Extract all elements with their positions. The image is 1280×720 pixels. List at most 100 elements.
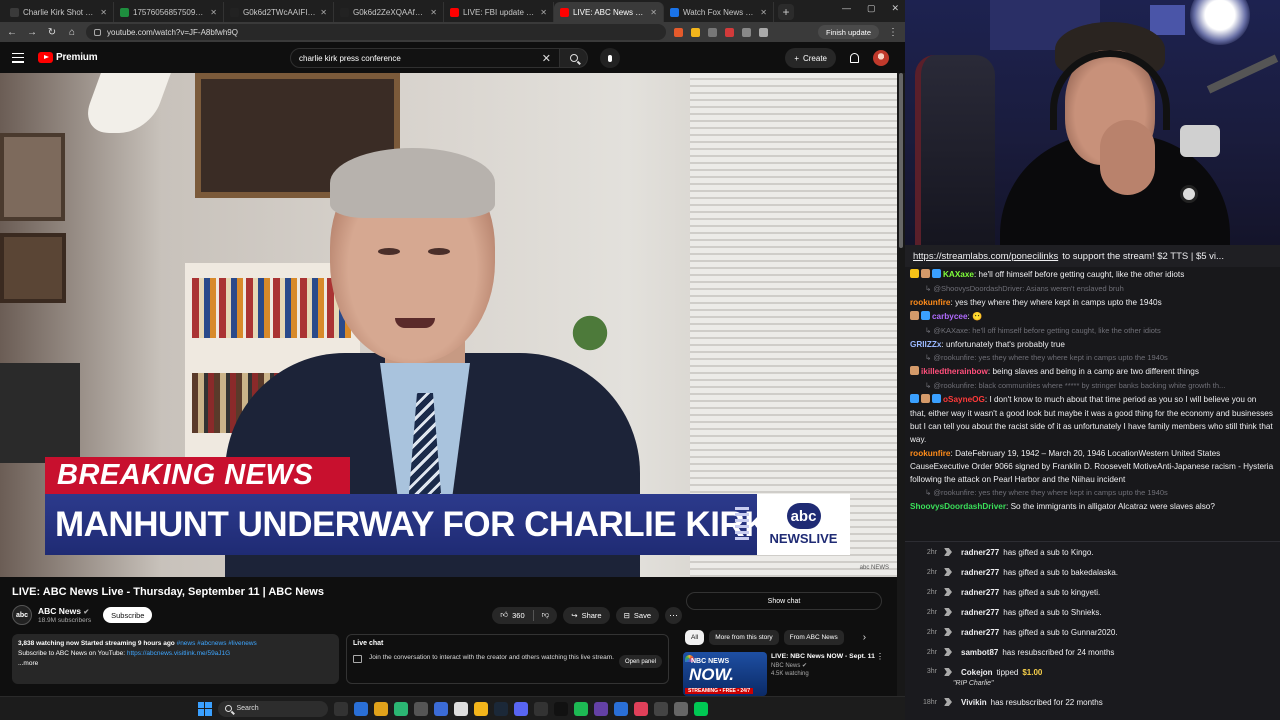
app-icon[interactable] [673,701,688,716]
thumbs-down-icon[interactable]: 👎︎ [542,610,558,620]
extension-icon[interactable] [691,27,700,37]
app-icon[interactable] [693,701,708,716]
browser-tab[interactable]: Watch Fox News Channel O... ✕ [664,2,774,22]
browser-tab[interactable]: LIVE: ABC News Live - Th... ✕ [554,2,664,22]
badge-icon[interactable] [910,311,919,320]
chip-all[interactable]: All [685,630,705,645]
chat-username[interactable]: rookunfire [910,298,951,307]
edge-icon[interactable] [353,701,368,716]
chat-username[interactable]: oSayneOG [943,395,985,404]
save-button[interactable]: ⊟ Save [615,606,659,624]
puzzle-icon[interactable] [742,27,751,37]
browser-tab[interactable]: Charlie Kirk Shot Dead at 31 ... ✕ [4,2,114,22]
voice-search-button[interactable] [600,48,620,68]
badge-icon[interactable] [921,311,930,320]
app-icon[interactable] [453,701,468,716]
maximize-icon[interactable]: ▢ [867,3,876,14]
chat-username[interactable]: KAXaxe [943,270,974,279]
feed-event[interactable]: 18hr Vivikin has resubscribed for 22 month… [905,692,1280,712]
show-chat-button[interactable]: Show chat [686,592,882,610]
app-icon[interactable] [393,701,408,716]
site-info-icon[interactable] [94,28,101,36]
clear-search-icon[interactable]: ✕ [542,52,551,65]
close-tab-icon[interactable]: ✕ [540,8,547,17]
close-tab-icon[interactable]: ✕ [650,8,657,17]
close-tab-icon[interactable]: ✕ [320,8,327,17]
forward-arrow-icon[interactable]: → [26,27,38,38]
open-panel-button[interactable]: Open panel [618,655,662,668]
browser-tab[interactable]: LIVE: FBI update on Charlie ... ✕ [444,2,554,22]
twitch-icon[interactable] [593,701,608,716]
feed-event[interactable]: 2hr radner277 has gifted a sub to Kingo. [905,542,1280,562]
feed-event[interactable]: 2hr radner277 has gifted a sub to Gunnar20… [905,622,1280,642]
close-tab-icon[interactable]: ✕ [210,8,217,17]
kebab-menu-icon[interactable]: ⋮ [887,27,899,38]
youtube-logo[interactable]: Premium [38,52,98,63]
thumbs-up-icon[interactable]: 👍︎ [500,610,508,620]
new-tab-button[interactable]: + [778,4,794,20]
create-button[interactable]: + Create [785,48,836,68]
more-actions-button[interactable]: ⋯ [665,606,682,624]
close-tab-icon[interactable]: ✕ [760,8,767,17]
search-input[interactable]: charlie kirk press conference ✕ [290,48,560,68]
badge-icon[interactable] [932,394,941,403]
task-view-icon[interactable] [333,701,348,716]
chat-username[interactable]: ShoovysDoordashDriver [910,502,1006,511]
chevron-right-icon[interactable]: › [863,632,866,643]
badge-icon[interactable] [910,394,919,403]
video-player[interactable]: BREAKING NEWS MANHUNT UNDERWAY FOR CHARL… [0,73,897,577]
feed-event[interactable]: 2hr radner277 has gifted a sub to bakedala… [905,562,1280,582]
close-window-icon[interactable]: ✕ [891,3,899,14]
subscribe-button[interactable]: Subscribe [103,607,153,623]
feed-event[interactable]: 2hr radner277 has gifted a sub to Shnieks. [905,602,1280,622]
badge-icon[interactable] [932,269,941,278]
app-icon[interactable] [613,701,628,716]
recommended-title[interactable]: LIVE: NBC News NOW - Sept. 11 [771,652,881,661]
badge-icon[interactable] [910,269,919,278]
windows-start-icon[interactable] [197,701,212,716]
feed-event[interactable]: 3hr Cokejon tipped $1.00 "RIP Charlie" [905,662,1280,692]
chip-from-abc-news[interactable]: From ABC News [783,630,844,645]
scrollbar-thumb[interactable] [899,73,903,248]
finish-update-button[interactable]: Finish update [817,25,879,39]
extension-icon[interactable] [674,27,683,37]
steam-icon[interactable] [493,701,508,716]
chat-username[interactable]: GRIIZZx [910,340,941,349]
back-arrow-icon[interactable]: ← [6,27,18,38]
browser-tab[interactable]: G0k6d2TWcAAIFID (312×5... ✕ [224,2,334,22]
subscribe-link[interactable]: https://abcnews.visitlink.me/59aJ1G [127,650,230,657]
download-icon[interactable] [759,27,768,37]
recommended-video[interactable]: NBC NEWS NOW. STREAMING • FREE • 24/7 LI… [683,652,888,696]
like-count[interactable]: 360 [512,611,525,620]
badge-icon[interactable] [910,366,919,375]
description-box[interactable]: 3,838 watching now Started streaming 9 h… [12,634,339,684]
home-icon[interactable]: ⌂ [66,27,78,38]
hashtags[interactable]: #news #abcnews #livenews [177,640,257,647]
feed-event[interactable]: 2hr radner277 has gifted a sub to kingyeti… [905,582,1280,602]
chat-username[interactable]: ikilledtherainbow [921,367,988,376]
chrome-icon[interactable] [373,701,388,716]
badge-icon[interactable] [921,269,930,278]
browser-tab[interactable]: 1757605685750902.jpg (12...✕ [114,2,224,22]
chip-more-from-story[interactable]: More from this story [709,630,779,645]
app-icon[interactable] [633,701,648,716]
taskbar-search[interactable]: Search [217,700,328,717]
kebab-menu-icon[interactable]: ⋮ [876,652,884,661]
show-more-link[interactable]: ...more [18,659,333,669]
minimize-icon[interactable]: — [842,3,851,14]
search-button[interactable] [560,48,588,68]
discord-icon[interactable] [513,701,528,716]
badge-icon[interactable] [921,394,930,403]
extension-icon[interactable] [708,27,717,37]
app-icon[interactable] [653,701,668,716]
channel-name[interactable]: ABC News ✔ [38,606,91,616]
streamlabs-link[interactable]: https://streamlabs.com/ponecilinks [913,251,1058,262]
app-icon[interactable] [413,701,428,716]
hamburger-menu-icon[interactable] [12,52,24,63]
feed-event[interactable]: 2hr sambot87 has resubscribed for 24 month… [905,642,1280,662]
url-field[interactable]: youtube.com/watch?v=JF-A8bfwh9Q [86,24,666,40]
account-avatar[interactable] [873,50,889,66]
extension-icon[interactable] [725,27,734,37]
notifications-bell-icon[interactable] [850,53,859,63]
spotify-icon[interactable] [573,701,588,716]
